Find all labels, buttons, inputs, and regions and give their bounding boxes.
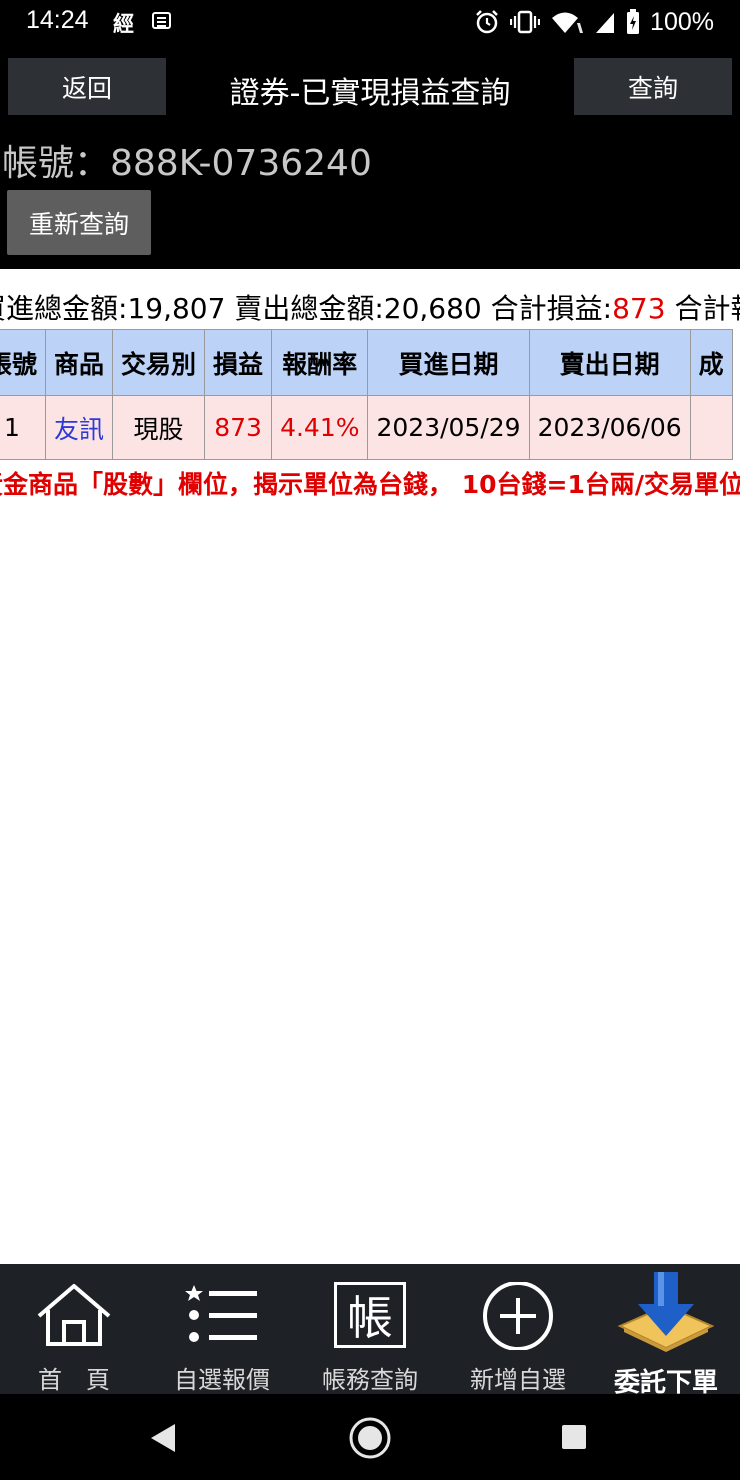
requery-button[interactable]: 重新查詢 (7, 190, 151, 255)
cell-product-link[interactable]: 友訊 (45, 395, 114, 460)
cell-sell-date: 2023/06/06 (528, 395, 691, 460)
cell-pl: 873 (204, 395, 273, 460)
nav-account-query-label: 帳務查詢 (322, 1366, 418, 1394)
recents-square-icon[interactable] (561, 1424, 587, 1450)
nav-home-label: 首 頁 (38, 1366, 110, 1394)
message-notification-icon (152, 12, 171, 29)
sell-total-label: 賣出總金額: (234, 292, 384, 325)
buy-total-value: 19,807 (127, 292, 226, 325)
main-content: 買進總金額:19,807 賣出總金額:20,680 合計損益:873 合計報 帳… (0, 269, 740, 1264)
query-button[interactable]: 查詢 (574, 58, 732, 115)
col-header-return-rate[interactable]: 報酬率 (271, 329, 369, 396)
plus-circle-icon (483, 1282, 553, 1350)
order-arrow-icon (617, 1272, 715, 1352)
wifi-icon (552, 12, 584, 33)
app-notification-icon: 經 (113, 11, 134, 36)
cell-trade-type: 現股 (112, 395, 206, 460)
pl-total-label: 合計損益: (490, 292, 613, 325)
col-header-buy-date[interactable]: 買進日期 (367, 329, 530, 396)
account-number: 帳號：888K-0736240 (2, 143, 372, 184)
list-icon (185, 1285, 257, 1342)
nav-watchlist-label: 自選報價 (174, 1366, 270, 1394)
cell-return-rate: 4.41% (271, 395, 369, 460)
nav-add-watch-label: 新增自選 (470, 1366, 566, 1394)
cell-signal-icon (596, 13, 615, 33)
home-icon (37, 1284, 111, 1346)
cell-buy-date: 2023/05/29 (367, 395, 530, 460)
nav-home[interactable]: 首 頁 (0, 1264, 148, 1394)
home-circle-icon[interactable] (348, 1416, 392, 1460)
status-time: 14:24 (26, 6, 89, 34)
col-header-sell-date[interactable]: 賣出日期 (528, 329, 691, 396)
bottom-nav: 首 頁 自選報價 帳 帳務查詢 新增自選 委託下單 (0, 1264, 740, 1398)
realized-pl-table: 帳號 商品 交易別 損益 報酬率 買進日期 賣出日期 成 1 友訊 現股 873… (0, 329, 733, 460)
return-total-label: 合計報 (674, 292, 740, 325)
col-header-cost[interactable]: 成 (689, 329, 733, 396)
nav-account-query[interactable]: 帳 帳務查詢 (296, 1264, 444, 1394)
pl-total-value: 873 (612, 292, 666, 325)
battery-icon (627, 9, 640, 34)
cell-no: 1 (0, 395, 47, 460)
col-header-product[interactable]: 商品 (45, 329, 114, 396)
status-bar: 14:24 經 100% (0, 0, 740, 44)
nav-watchlist[interactable]: 自選報價 (148, 1264, 296, 1394)
alarm-icon (476, 10, 498, 34)
back-triangle-icon[interactable] (148, 1422, 178, 1454)
buy-total-label: 買進總金額: (0, 292, 128, 325)
cell-cost (689, 395, 733, 460)
table-header-row: 帳號 商品 交易別 損益 報酬率 買進日期 賣出日期 成 (0, 329, 733, 396)
page-title: 證券-已實現損益查詢 (229, 76, 511, 111)
vibrate-icon (510, 10, 541, 34)
col-header-account[interactable]: 帳號 (0, 329, 47, 396)
nav-place-order[interactable]: 委託下單 (592, 1264, 740, 1398)
system-nav-bar (0, 1394, 740, 1480)
col-header-trade-type[interactable]: 交易別 (112, 329, 206, 396)
page-header: 返回 證券-已實現損益查詢 查詢 帳號：888K-0736240 重新查詢 (0, 44, 740, 269)
summary-line: 買進總金額:19,807 賣出總金額:20,680 合計損益:873 合計報 (0, 287, 740, 327)
gold-unit-note: 黃金商品「股數」欄位，揭示單位為台錢， 10台錢=1台兩/交易單位 (0, 470, 740, 499)
back-button[interactable]: 返回 (8, 58, 166, 115)
sell-total-value: 20,680 (383, 292, 482, 325)
account-icon: 帳 (334, 1282, 406, 1348)
nav-add-watch[interactable]: 新增自選 (444, 1264, 592, 1394)
table-row[interactable]: 1 友訊 現股 873 4.41% 2023/05/29 2023/06/06 (0, 395, 733, 460)
col-header-pl[interactable]: 損益 (204, 329, 273, 396)
battery-percent: 100% (650, 7, 714, 36)
